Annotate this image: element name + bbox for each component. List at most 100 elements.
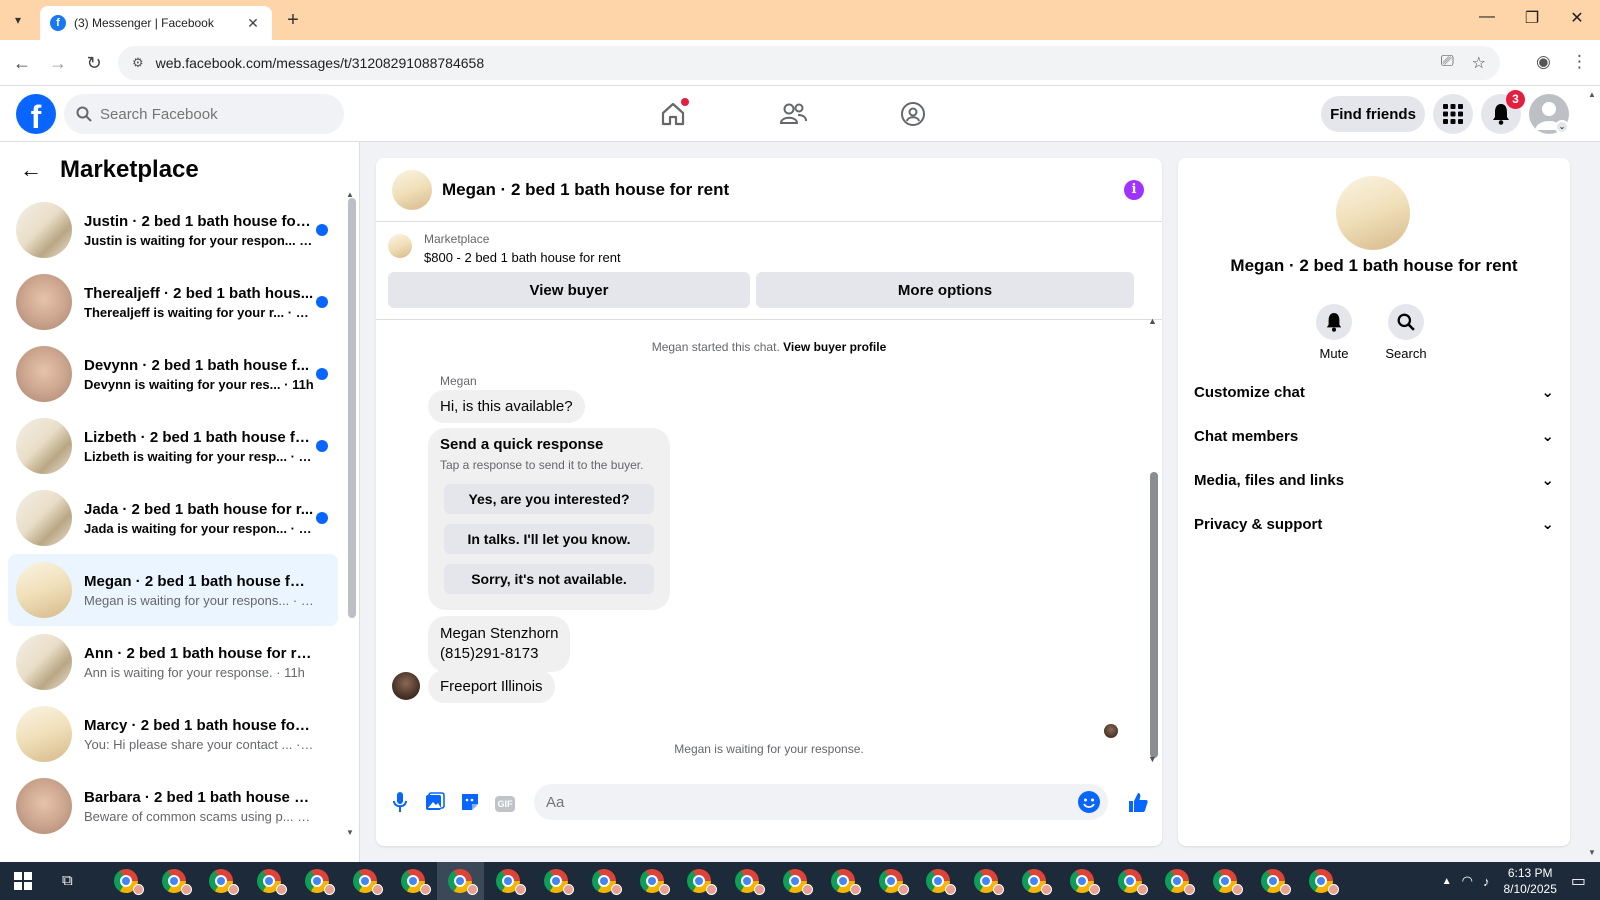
more-options-button[interactable]: More options bbox=[756, 272, 1134, 308]
view-buyer-button[interactable]: View buyer bbox=[388, 272, 750, 308]
scroll-down-icon[interactable]: ▼ bbox=[346, 828, 354, 837]
taskbar-chrome-app[interactable] bbox=[532, 862, 580, 900]
conversation-item[interactable]: Devynn · 2 bed 1 bath house f... Devynn i… bbox=[8, 338, 338, 410]
taskbar-clock[interactable]: 6:13 PM 8/10/2025 bbox=[1503, 865, 1556, 897]
friends-nav[interactable] bbox=[775, 96, 811, 132]
site-settings-icon[interactable]: ⚙ bbox=[132, 55, 144, 71]
message-input-wrap[interactable] bbox=[534, 784, 1108, 820]
conversation-item[interactable]: Jada · 2 bed 1 bath house for r... Jada i… bbox=[8, 482, 338, 554]
taskbar-chrome-app[interactable] bbox=[771, 862, 819, 900]
taskbar-chrome-app[interactable] bbox=[723, 862, 771, 900]
search-input[interactable] bbox=[100, 105, 320, 123]
network-icon[interactable]: ◠ bbox=[1462, 873, 1473, 889]
thumbs-up-icon[interactable] bbox=[1126, 790, 1150, 814]
taskbar-chrome-app[interactable] bbox=[484, 862, 532, 900]
taskbar-chrome-app[interactable] bbox=[1297, 862, 1345, 900]
taskbar-chrome-app[interactable] bbox=[293, 862, 341, 900]
message-bubble-location[interactable]: Freeport Illinois bbox=[428, 670, 555, 703]
chat-avatar[interactable] bbox=[392, 169, 432, 210]
chrome-menu-icon[interactable]: ⋮ bbox=[1571, 52, 1588, 72]
taskbar-chrome-app[interactable] bbox=[389, 862, 437, 900]
tray-overflow-icon[interactable]: ▲ bbox=[1442, 876, 1452, 887]
bookmark-star-icon[interactable]: ☆ bbox=[1472, 53, 1486, 73]
photo-icon[interactable] bbox=[423, 790, 447, 814]
message-input[interactable] bbox=[546, 793, 1066, 811]
view-buyer-profile-link[interactable]: View buyer profile bbox=[783, 340, 886, 354]
gif-icon[interactable]: GIF bbox=[493, 790, 517, 814]
tab-search-dropdown-icon[interactable]: ▾ bbox=[6, 8, 30, 32]
reload-icon[interactable]: ↻ bbox=[82, 51, 106, 75]
find-friends-button[interactable]: Find friends bbox=[1321, 96, 1425, 132]
quick-response-yes[interactable]: Yes, are you interested? bbox=[444, 484, 654, 514]
taskbar-chrome-app[interactable] bbox=[1010, 862, 1058, 900]
quick-response-in-talks[interactable]: In talks. I'll let you know. bbox=[444, 524, 654, 554]
message-bubble-contact[interactable]: Megan Stenzhorn (815)291-8173 bbox=[428, 616, 571, 672]
forward-icon[interactable]: → bbox=[46, 51, 70, 75]
taskbar-chrome-app[interactable] bbox=[1058, 862, 1106, 900]
microphone-icon[interactable] bbox=[388, 790, 412, 814]
profile-icon[interactable]: ◉ bbox=[1536, 52, 1551, 72]
facebook-search[interactable] bbox=[64, 94, 344, 134]
taskbar-chrome-app[interactable] bbox=[1249, 862, 1297, 900]
taskbar-chrome-app[interactable] bbox=[580, 862, 628, 900]
chat-scrollbar[interactable] bbox=[1150, 472, 1158, 758]
taskbar-chrome-app[interactable] bbox=[867, 862, 915, 900]
windows-start-icon[interactable] bbox=[14, 872, 32, 890]
info-icon[interactable]: i bbox=[1124, 180, 1144, 200]
account-chevron-icon[interactable]: ⌄ bbox=[1555, 120, 1569, 134]
facebook-logo-icon[interactable]: f bbox=[16, 94, 56, 134]
quick-response-not-available[interactable]: Sorry, it's not available. bbox=[444, 564, 654, 594]
browser-tab[interactable]: f (3) Messenger | Facebook ✕ bbox=[40, 6, 272, 40]
install-app-icon[interactable]: ⎚ bbox=[1441, 53, 1454, 73]
conversation-item[interactable]: Barbara · 2 bed 1 bath house for... Bewar… bbox=[8, 770, 338, 842]
taskbar-chrome-app[interactable] bbox=[628, 862, 676, 900]
omnibox[interactable]: ⚙ web.facebook.com/messages/t/3120829108… bbox=[118, 46, 1500, 80]
listing-price[interactable]: $800 - 2 bed 1 bath house for rent bbox=[424, 250, 621, 265]
taskbar-chrome-app[interactable] bbox=[198, 862, 246, 900]
tab-close-icon[interactable]: ✕ bbox=[244, 15, 262, 32]
taskbar-chrome-app[interactable] bbox=[150, 862, 198, 900]
minimize-icon[interactable]: — bbox=[1464, 8, 1510, 26]
restore-icon[interactable]: ❐ bbox=[1509, 8, 1555, 28]
taskbar-chrome-app[interactable] bbox=[436, 862, 485, 900]
taskbar-chrome-app[interactable] bbox=[1154, 862, 1202, 900]
taskbar-chrome-app[interactable] bbox=[1201, 862, 1249, 900]
privacy-support-row[interactable]: Privacy & support ⌄ bbox=[1194, 506, 1554, 542]
back-arrow-icon[interactable]: ← bbox=[20, 157, 42, 183]
listing-thumbnail[interactable] bbox=[388, 234, 412, 258]
conversation-item[interactable]: Megan · 2 bed 1 bath house for ... Megan … bbox=[8, 554, 338, 626]
action-center-icon[interactable]: ▭ bbox=[1571, 871, 1586, 891]
mute-action[interactable]: Mute bbox=[1299, 304, 1369, 361]
search-action[interactable]: Search bbox=[1371, 304, 1441, 361]
task-view-icon[interactable]: ⧉ bbox=[62, 872, 73, 889]
home-nav[interactable] bbox=[655, 96, 691, 132]
volume-icon[interactable]: ♪ bbox=[1483, 874, 1490, 889]
taskbar-chrome-app[interactable] bbox=[102, 862, 150, 900]
groups-nav[interactable] bbox=[895, 96, 931, 132]
sidebar-scrollbar[interactable] bbox=[348, 198, 356, 618]
media-files-links-row[interactable]: Media, files and links ⌄ bbox=[1194, 462, 1554, 498]
page-scroll-up-icon[interactable]: ▲ bbox=[1588, 90, 1596, 99]
taskbar-chrome-app[interactable] bbox=[962, 862, 1010, 900]
customize-chat-row[interactable]: Customize chat ⌄ bbox=[1194, 374, 1554, 410]
sender-avatar[interactable] bbox=[392, 672, 420, 700]
conversation-item[interactable]: Ann · 2 bed 1 bath house for rent Ann is … bbox=[8, 626, 338, 698]
chat-title[interactable]: Megan · 2 bed 1 bath house for rent bbox=[442, 180, 729, 200]
message-bubble[interactable]: Hi, is this available? bbox=[428, 390, 585, 423]
back-icon[interactable]: ← bbox=[10, 51, 34, 75]
page-scroll-down-icon[interactable]: ▼ bbox=[1588, 848, 1596, 857]
chat-members-row[interactable]: Chat members ⌄ bbox=[1194, 418, 1554, 454]
conversation-item[interactable]: Justin · 2 bed 1 bath house for ... Justi… bbox=[8, 194, 338, 266]
sticker-icon[interactable] bbox=[458, 790, 482, 814]
menu-button[interactable] bbox=[1433, 94, 1473, 134]
taskbar-chrome-app[interactable] bbox=[819, 862, 867, 900]
taskbar-chrome-app[interactable] bbox=[676, 862, 724, 900]
chat-scroll-down-icon[interactable]: ▼ bbox=[1148, 754, 1157, 764]
taskbar-chrome-app[interactable] bbox=[1106, 862, 1154, 900]
taskbar-chrome-app[interactable] bbox=[915, 862, 963, 900]
conversation-item[interactable]: Therealjeff · 2 bed 1 bath hous... Therea… bbox=[8, 266, 338, 338]
taskbar-chrome-app[interactable] bbox=[245, 862, 293, 900]
close-window-icon[interactable]: ✕ bbox=[1554, 8, 1600, 28]
new-tab-icon[interactable]: + bbox=[282, 9, 304, 31]
chat-scroll-up-icon[interactable]: ▲ bbox=[1148, 316, 1157, 326]
